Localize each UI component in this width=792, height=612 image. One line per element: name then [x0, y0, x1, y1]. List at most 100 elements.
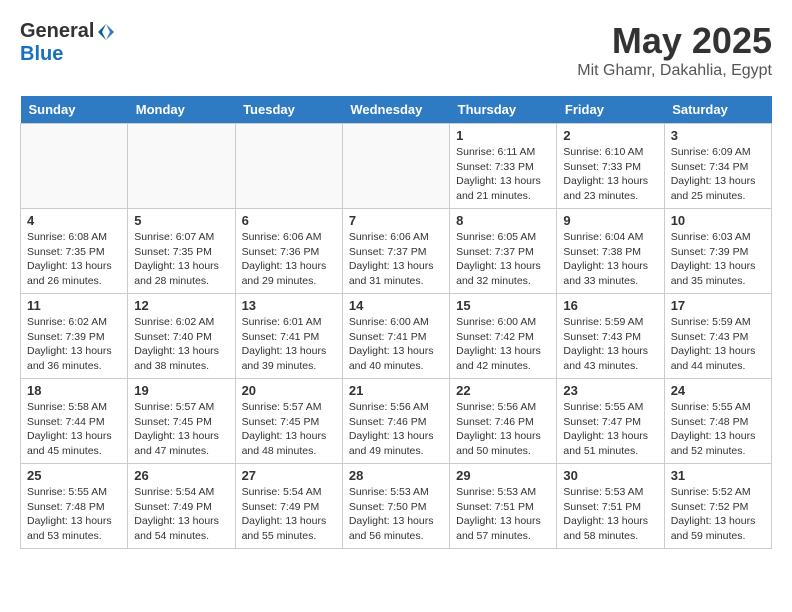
calendar-cell: 16 Sunrise: 5:59 AM Sunset: 7:43 PM Dayli… [557, 294, 664, 379]
day-info: Sunrise: 6:02 AM Sunset: 7:39 PM Dayligh… [27, 315, 121, 374]
day-number: 7 [349, 213, 443, 228]
day-number: 12 [134, 298, 228, 313]
day-info: Sunrise: 6:03 AM Sunset: 7:39 PM Dayligh… [671, 230, 765, 289]
calendar-cell: 29 Sunrise: 5:53 AM Sunset: 7:51 PM Dayli… [450, 464, 557, 549]
day-info: Sunrise: 5:53 AM Sunset: 7:51 PM Dayligh… [563, 485, 657, 544]
calendar-cell: 28 Sunrise: 5:53 AM Sunset: 7:50 PM Dayli… [342, 464, 449, 549]
calendar-cell: 17 Sunrise: 5:59 AM Sunset: 7:43 PM Dayli… [664, 294, 771, 379]
day-info: Sunrise: 5:53 AM Sunset: 7:50 PM Dayligh… [349, 485, 443, 544]
calendar-cell: 4 Sunrise: 6:08 AM Sunset: 7:35 PM Daylig… [21, 209, 128, 294]
calendar-cell: 3 Sunrise: 6:09 AM Sunset: 7:34 PM Daylig… [664, 124, 771, 209]
day-number: 26 [134, 468, 228, 483]
calendar-table: SundayMondayTuesdayWednesdayThursdayFrid… [20, 96, 772, 549]
day-number: 1 [456, 128, 550, 143]
day-header-thursday: Thursday [450, 96, 557, 124]
day-number: 27 [242, 468, 336, 483]
day-number: 20 [242, 383, 336, 398]
calendar-week-row: 1 Sunrise: 6:11 AM Sunset: 7:33 PM Daylig… [21, 124, 772, 209]
day-number: 18 [27, 383, 121, 398]
logo-blue-text: Blue [20, 43, 63, 66]
calendar-cell: 10Sunrise: 6:03 AM Sunset: 7:39 PM Dayli… [664, 209, 771, 294]
day-info: Sunrise: 6:07 AM Sunset: 7:35 PM Dayligh… [134, 230, 228, 289]
logo-general-text: General [20, 20, 94, 43]
day-info: Sunrise: 6:06 AM Sunset: 7:36 PM Dayligh… [242, 230, 336, 289]
calendar-week-row: 25Sunrise: 5:55 AM Sunset: 7:48 PM Dayli… [21, 464, 772, 549]
day-info: Sunrise: 5:59 AM Sunset: 7:43 PM Dayligh… [563, 315, 657, 374]
logo-icon [96, 22, 116, 42]
calendar-cell: 12 Sunrise: 6:02 AM Sunset: 7:40 PM Dayli… [128, 294, 235, 379]
day-header-monday: Monday [128, 96, 235, 124]
calendar-cell: 6 Sunrise: 6:06 AM Sunset: 7:36 PM Daylig… [235, 209, 342, 294]
month-title: May 2025 [577, 20, 772, 62]
day-info: Sunrise: 5:59 AM Sunset: 7:43 PM Dayligh… [671, 315, 765, 374]
day-info: Sunrise: 6:04 AM Sunset: 7:38 PM Dayligh… [563, 230, 657, 289]
day-number: 5 [134, 213, 228, 228]
calendar-cell: 30 Sunrise: 5:53 AM Sunset: 7:51 PM Dayli… [557, 464, 664, 549]
day-info: Sunrise: 6:05 AM Sunset: 7:37 PM Dayligh… [456, 230, 550, 289]
day-number: 28 [349, 468, 443, 483]
day-info: Sunrise: 6:00 AM Sunset: 7:42 PM Dayligh… [456, 315, 550, 374]
day-number: 2 [563, 128, 657, 143]
calendar-cell: 18 Sunrise: 5:58 AM Sunset: 7:44 PM Dayli… [21, 379, 128, 464]
day-number: 15 [456, 298, 550, 313]
day-number: 29 [456, 468, 550, 483]
day-number: 6 [242, 213, 336, 228]
calendar-cell: 20Sunrise: 5:57 AM Sunset: 7:45 PM Dayli… [235, 379, 342, 464]
day-header-sunday: Sunday [21, 96, 128, 124]
day-info: Sunrise: 6:09 AM Sunset: 7:34 PM Dayligh… [671, 145, 765, 204]
day-number: 16 [563, 298, 657, 313]
day-number: 3 [671, 128, 765, 143]
day-number: 22 [456, 383, 550, 398]
calendar-cell: 19Sunrise: 5:57 AM Sunset: 7:45 PM Dayli… [128, 379, 235, 464]
day-info: Sunrise: 5:57 AM Sunset: 7:45 PM Dayligh… [134, 400, 228, 459]
day-header-saturday: Saturday [664, 96, 771, 124]
calendar-week-row: 11 Sunrise: 6:02 AM Sunset: 7:39 PM Dayli… [21, 294, 772, 379]
day-number: 31 [671, 468, 765, 483]
calendar-cell: 9Sunrise: 6:04 AM Sunset: 7:38 PM Daylig… [557, 209, 664, 294]
day-info: Sunrise: 5:52 AM Sunset: 7:52 PM Dayligh… [671, 485, 765, 544]
day-info: Sunrise: 6:01 AM Sunset: 7:41 PM Dayligh… [242, 315, 336, 374]
day-info: Sunrise: 6:00 AM Sunset: 7:41 PM Dayligh… [349, 315, 443, 374]
day-info: Sunrise: 5:55 AM Sunset: 7:47 PM Dayligh… [563, 400, 657, 459]
day-number: 25 [27, 468, 121, 483]
title-block: May 2025 Mit Ghamr, Dakahlia, Egypt [577, 20, 772, 80]
day-info: Sunrise: 6:11 AM Sunset: 7:33 PM Dayligh… [456, 145, 550, 204]
day-header-tuesday: Tuesday [235, 96, 342, 124]
days-header-row: SundayMondayTuesdayWednesdayThursdayFrid… [21, 96, 772, 124]
calendar-cell [128, 124, 235, 209]
location-title: Mit Ghamr, Dakahlia, Egypt [577, 62, 772, 80]
calendar-cell: 14 Sunrise: 6:00 AM Sunset: 7:41 PM Dayli… [342, 294, 449, 379]
day-number: 4 [27, 213, 121, 228]
day-info: Sunrise: 5:56 AM Sunset: 7:46 PM Dayligh… [349, 400, 443, 459]
day-info: Sunrise: 5:58 AM Sunset: 7:44 PM Dayligh… [27, 400, 121, 459]
calendar-cell [235, 124, 342, 209]
calendar-cell: 1 Sunrise: 6:11 AM Sunset: 7:33 PM Daylig… [450, 124, 557, 209]
day-number: 8 [456, 213, 550, 228]
day-number: 24 [671, 383, 765, 398]
day-info: Sunrise: 6:02 AM Sunset: 7:40 PM Dayligh… [134, 315, 228, 374]
day-info: Sunrise: 5:54 AM Sunset: 7:49 PM Dayligh… [134, 485, 228, 544]
calendar-cell: 5 Sunrise: 6:07 AM Sunset: 7:35 PM Daylig… [128, 209, 235, 294]
calendar-cell: 24Sunrise: 5:55 AM Sunset: 7:48 PM Dayli… [664, 379, 771, 464]
calendar-cell: 27 Sunrise: 5:54 AM Sunset: 7:49 PM Dayli… [235, 464, 342, 549]
page-header: General Blue May 2025 Mit Ghamr, Dakahli… [20, 20, 772, 80]
day-info: Sunrise: 5:53 AM Sunset: 7:51 PM Dayligh… [456, 485, 550, 544]
day-number: 14 [349, 298, 443, 313]
day-number: 30 [563, 468, 657, 483]
calendar-week-row: 4 Sunrise: 6:08 AM Sunset: 7:35 PM Daylig… [21, 209, 772, 294]
calendar-cell: 21 Sunrise: 5:56 AM Sunset: 7:46 PM Dayli… [342, 379, 449, 464]
calendar-cell [342, 124, 449, 209]
day-info: Sunrise: 6:06 AM Sunset: 7:37 PM Dayligh… [349, 230, 443, 289]
logo: General Blue [20, 20, 116, 66]
day-info: Sunrise: 5:54 AM Sunset: 7:49 PM Dayligh… [242, 485, 336, 544]
calendar-cell: 23 Sunrise: 5:55 AM Sunset: 7:47 PM Dayli… [557, 379, 664, 464]
day-number: 21 [349, 383, 443, 398]
day-number: 11 [27, 298, 121, 313]
day-number: 23 [563, 383, 657, 398]
calendar-cell [21, 124, 128, 209]
calendar-cell: 31 Sunrise: 5:52 AM Sunset: 7:52 PM Dayli… [664, 464, 771, 549]
calendar-cell: 22Sunrise: 5:56 AM Sunset: 7:46 PM Dayli… [450, 379, 557, 464]
day-info: Sunrise: 6:08 AM Sunset: 7:35 PM Dayligh… [27, 230, 121, 289]
day-number: 13 [242, 298, 336, 313]
day-number: 17 [671, 298, 765, 313]
